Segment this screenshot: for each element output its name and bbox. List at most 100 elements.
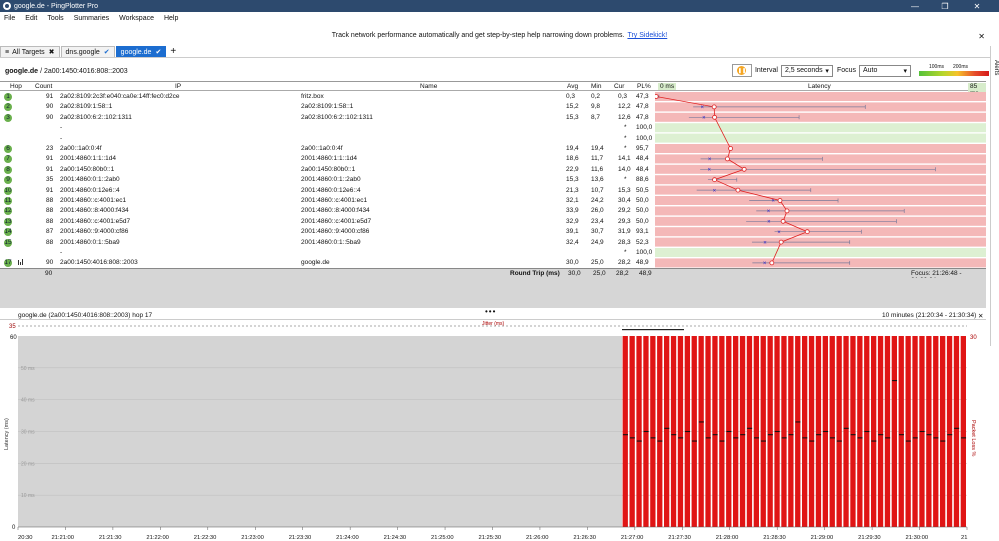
menu-tools[interactable]: Tools bbox=[47, 15, 63, 22]
hop-pl: 100,0 bbox=[636, 249, 653, 256]
hop-min: 30,7 bbox=[591, 228, 604, 236]
col-avg[interactable]: Avg bbox=[567, 83, 578, 90]
packet-loss-bar bbox=[857, 336, 863, 527]
hop-cur: 14,1 bbox=[618, 155, 631, 163]
hop-number: 3 bbox=[4, 113, 12, 122]
close-icon[interactable]: ✕ bbox=[978, 312, 983, 320]
sidekick-text: Track network performance automatically … bbox=[331, 32, 625, 39]
avg-latency-point bbox=[784, 208, 790, 214]
add-tab-icon[interactable]: + bbox=[170, 46, 176, 57]
hop-pl: 50,5 bbox=[636, 186, 649, 194]
x-tick-label: 21:23:00 bbox=[241, 535, 264, 541]
x-tick-label: 21:27:30 bbox=[668, 535, 691, 541]
hop-number: 15 bbox=[4, 238, 12, 247]
hop-avg: 30,0 bbox=[566, 259, 579, 267]
current-marker: × bbox=[708, 157, 712, 163]
menu-workspace[interactable]: Workspace bbox=[119, 15, 154, 22]
hop-cur: * bbox=[624, 249, 627, 256]
hop-pl: 48,9 bbox=[636, 259, 649, 267]
x-tick-label: 21:29:00 bbox=[811, 535, 834, 541]
hop-cur: 29,3 bbox=[618, 217, 631, 225]
col-pl[interactable]: PL% bbox=[637, 83, 651, 90]
sidekick-banner: Track network performance automatically … bbox=[0, 32, 999, 39]
menu-edit[interactable]: Edit bbox=[25, 15, 37, 22]
packet-loss-bar bbox=[657, 336, 663, 527]
close-icon[interactable]: ✕ bbox=[963, 0, 991, 12]
col-ms0: 0 ms bbox=[658, 83, 677, 90]
hop-number: 1 bbox=[4, 93, 12, 101]
tab-label: google.de bbox=[120, 48, 152, 56]
col-ip[interactable]: IP bbox=[175, 83, 181, 90]
interval-select[interactable]: 2,5 seconds ▾ bbox=[780, 64, 833, 77]
hop-cur: * bbox=[624, 124, 627, 132]
x-tick-label: 21:24:00 bbox=[336, 535, 359, 541]
current-marker: × bbox=[708, 168, 712, 174]
focus-select[interactable]: Auto ▾ bbox=[859, 64, 911, 77]
hop-pl: 52,3 bbox=[636, 238, 649, 246]
hop-min: 13,6 bbox=[591, 176, 604, 184]
current-marker: × bbox=[767, 209, 771, 215]
packet-loss-bar bbox=[753, 336, 759, 527]
hop-name: 2001:4860:0:1::5ba9 bbox=[301, 238, 361, 246]
packet-loss-bar bbox=[636, 336, 642, 527]
total-cur: 28,2 bbox=[616, 270, 629, 277]
latency-row-bg bbox=[655, 144, 986, 153]
menu-summaries[interactable]: Summaries bbox=[74, 15, 109, 22]
tab-dns-google[interactable]: dns.google ✔ bbox=[60, 46, 115, 57]
packet-loss-bar bbox=[850, 336, 856, 527]
hop-count: 88 bbox=[46, 207, 54, 215]
bar-chart-icon[interactable] bbox=[18, 259, 23, 267]
col-name[interactable]: Name bbox=[420, 83, 437, 90]
hop-cur: * bbox=[624, 176, 627, 184]
banner-close-icon[interactable]: ✕ bbox=[978, 32, 985, 41]
maximize-icon[interactable]: ❐ bbox=[931, 0, 959, 12]
minimize-icon[interactable]: — bbox=[901, 0, 929, 12]
x-tick-label: 21:28:00 bbox=[716, 535, 739, 541]
col-cur[interactable]: Cur bbox=[614, 83, 624, 90]
hop-name: 2001:4860:1:1::1d4 bbox=[301, 155, 358, 163]
menu-help[interactable]: Help bbox=[164, 15, 178, 22]
total-avg: 30,0 bbox=[568, 270, 581, 277]
hop-name: 2001:4860::9:4000:cf86 bbox=[301, 228, 370, 236]
sidekick-link[interactable]: Try Sidekick! bbox=[627, 32, 667, 39]
hop-ip: 2a02:8100:6:2::102:1311 bbox=[60, 113, 132, 121]
menu-file[interactable]: File bbox=[4, 15, 15, 22]
col-count[interactable]: Count bbox=[35, 83, 52, 90]
col-hop[interactable]: Hop bbox=[10, 83, 22, 90]
hop-min: 0,2 bbox=[591, 93, 601, 100]
round-trip-row: 90 Round Trip (ms) 30,0 25,0 28,2 48,9 F… bbox=[0, 268, 986, 284]
packet-loss-bar bbox=[926, 336, 932, 527]
hop-ip: 2001:4860:0:1::5ba9 bbox=[60, 238, 120, 246]
packet-loss-bar bbox=[739, 336, 746, 527]
packet-loss-bar bbox=[843, 336, 849, 527]
col-min[interactable]: Min bbox=[591, 83, 601, 90]
hop-ip: 2001:4860::c:4001:e5d7 bbox=[60, 217, 131, 225]
legend-200: 200ms bbox=[953, 64, 969, 70]
alerts-sidebar[interactable]: Alerts bbox=[990, 46, 999, 346]
tab-all-targets[interactable]: ≡ All Targets ✖ bbox=[0, 46, 60, 57]
close-icon[interactable]: ✖ bbox=[49, 48, 55, 56]
packet-loss-bar bbox=[808, 336, 815, 527]
avg-latency-point bbox=[712, 114, 717, 120]
tab-google-de[interactable]: google.de ✔ bbox=[115, 46, 167, 57]
pause-button[interactable]: ❚❚ bbox=[731, 64, 752, 77]
hop-ip: 2001:4860::9:4000:cf86 bbox=[60, 228, 129, 236]
x-tick-label: 21:21:30 bbox=[99, 535, 122, 541]
hop-min: 19,4 bbox=[591, 145, 604, 152]
packet-loss-bar bbox=[629, 336, 635, 527]
latency-chart: ×××××××××××××× bbox=[655, 92, 986, 268]
hop-pl: 48,4 bbox=[636, 155, 649, 163]
hop-cur: 0,3 bbox=[618, 93, 628, 100]
avg-latency-point bbox=[769, 260, 775, 266]
packet-loss-bar bbox=[677, 336, 684, 527]
hop-cur: * bbox=[624, 145, 627, 152]
hop-pl: 47,8 bbox=[636, 113, 649, 121]
avg-latency-point bbox=[712, 177, 717, 183]
avg-latency-point bbox=[804, 229, 810, 235]
y-tick-label: 20 ms bbox=[21, 461, 35, 467]
hop-count: 91 bbox=[46, 186, 54, 194]
x-tick-label: 21 bbox=[961, 535, 967, 541]
hop-min: 9,8 bbox=[591, 103, 601, 111]
jitter-bar bbox=[622, 329, 684, 331]
col-latency[interactable]: Latency bbox=[808, 83, 831, 90]
